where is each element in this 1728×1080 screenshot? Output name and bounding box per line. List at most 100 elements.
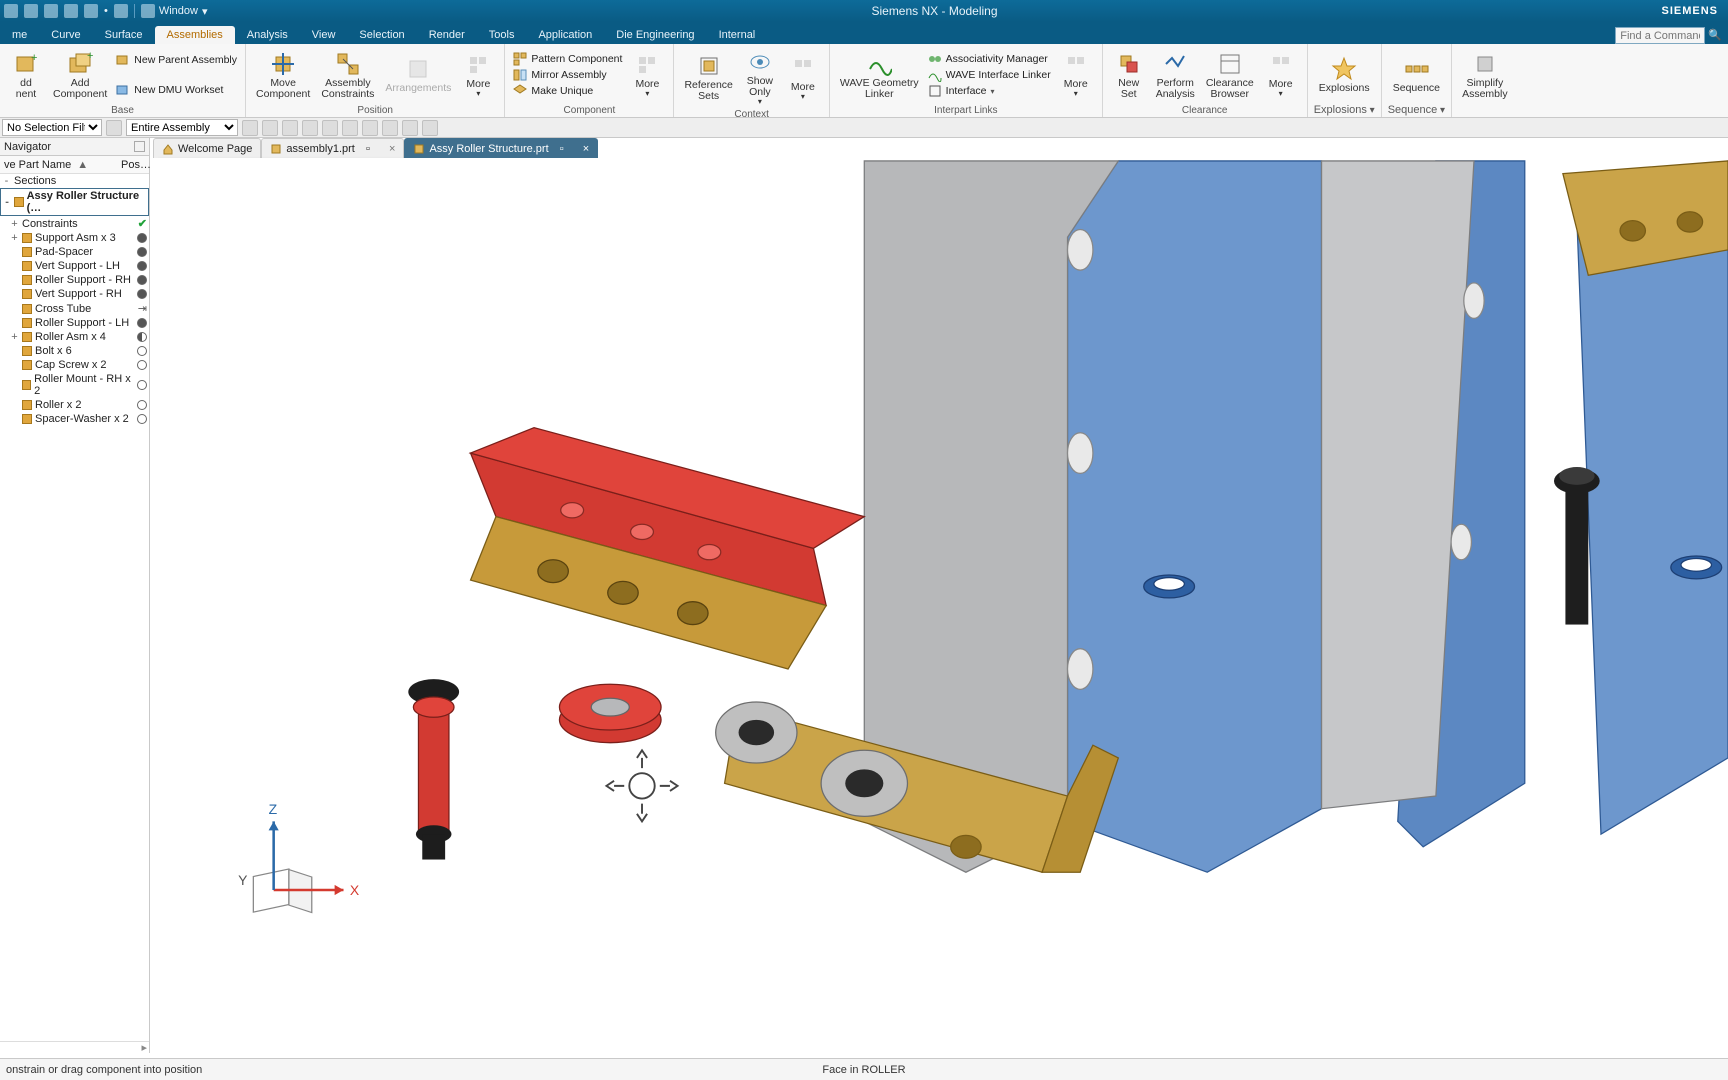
pattern-component-button[interactable]: Pattern Component xyxy=(511,51,624,67)
tree-node[interactable]: Roller x 2 xyxy=(0,398,149,412)
col-position[interactable]: Pos… xyxy=(121,159,149,171)
selbar-icon[interactable] xyxy=(262,120,278,136)
clearance-more-button[interactable]: More▾ xyxy=(1261,49,1301,100)
qat-icon[interactable] xyxy=(4,4,18,18)
tab-view[interactable]: View xyxy=(300,26,348,44)
tree-node[interactable]: Roller Support - LH xyxy=(0,316,149,330)
new-set-button[interactable]: New Set xyxy=(1109,48,1149,102)
mirror-assembly-button[interactable]: Mirror Assembly xyxy=(511,67,624,83)
selbar-icon[interactable] xyxy=(402,120,418,136)
selection-filter-dropdown[interactable]: No Selection Filter xyxy=(2,119,102,136)
close-icon[interactable]: × xyxy=(389,143,395,155)
ribbon-tabs: me Curve Surface Assemblies Analysis Vie… xyxy=(0,22,1728,44)
add-component-partial-button[interactable]: + dd nent xyxy=(6,48,46,102)
command-search-input[interactable] xyxy=(1615,27,1705,44)
command-search[interactable]: 🔍 xyxy=(1615,27,1722,44)
reference-sets-button[interactable]: Reference Sets xyxy=(680,50,736,104)
add-component-button[interactable]: + Add Component xyxy=(49,48,111,102)
navigator-header[interactable]: ve Part Name ▲ Pos… xyxy=(0,156,149,174)
tab-home[interactable]: me xyxy=(0,26,39,44)
qat-icon[interactable] xyxy=(24,4,38,18)
tab-analysis[interactable]: Analysis xyxy=(235,26,300,44)
tree-node[interactable]: Pad-Spacer xyxy=(0,245,149,259)
selbar-icon[interactable] xyxy=(342,120,358,136)
group-label: Sequence ▾ xyxy=(1388,103,1445,117)
tree-node[interactable]: Vert Support - RH xyxy=(0,287,149,301)
qat-icon[interactable] xyxy=(84,4,98,18)
tab-application[interactable]: Application xyxy=(526,26,604,44)
move-component-button[interactable]: Move Component xyxy=(252,48,314,102)
tree-node[interactable]: Roller Mount - RH x 2 xyxy=(0,372,149,398)
component-more-button[interactable]: More▾ xyxy=(627,49,667,100)
col-part-name[interactable]: ve Part Name xyxy=(4,159,71,171)
selbar-icon[interactable] xyxy=(362,120,378,136)
selbar-icon[interactable] xyxy=(382,120,398,136)
navigator-hscroll[interactable]: ▸ xyxy=(0,1041,149,1053)
selbar-icon[interactable] xyxy=(242,120,258,136)
navigator-tree[interactable]: -Sections-Assy Roller Structure (…+Const… xyxy=(0,174,149,1041)
doc-tab-welcome[interactable]: Welcome Page xyxy=(153,138,261,158)
tab-curve[interactable]: Curve xyxy=(39,26,92,44)
tab-assemblies[interactable]: Assemblies xyxy=(155,26,235,44)
selbar-icon[interactable] xyxy=(282,120,298,136)
search-icon[interactable]: 🔍 xyxy=(1708,30,1722,42)
tab-internal[interactable]: Internal xyxy=(707,26,768,44)
group-label: Base xyxy=(111,104,134,117)
sequence-button[interactable]: Sequence xyxy=(1389,53,1444,96)
selection-scope-dropdown[interactable]: Entire Assembly xyxy=(126,119,238,136)
svg-text:Z: Z xyxy=(269,801,278,817)
component-icon xyxy=(22,332,32,342)
selbar-icon[interactable] xyxy=(302,120,318,136)
tree-node[interactable]: -Assy Roller Structure (… xyxy=(0,188,149,216)
qat-icon[interactable] xyxy=(64,4,78,18)
tab-selection[interactable]: Selection xyxy=(347,26,416,44)
tree-node[interactable]: Roller Support - RH xyxy=(0,273,149,287)
windows-icon xyxy=(141,4,155,18)
tree-node[interactable]: +Roller Asm x 4 xyxy=(0,330,149,344)
selbar-icon[interactable] xyxy=(422,120,438,136)
navigator-options-icon[interactable] xyxy=(134,141,145,152)
simplify-assembly-button[interactable]: Simplify Assembly xyxy=(1458,48,1512,102)
make-unique-button[interactable]: Make Unique xyxy=(511,83,624,99)
wave-geometry-linker-button[interactable]: WAVE Geometry Linker xyxy=(836,48,923,102)
tree-node[interactable]: Spacer-Washer x 2 xyxy=(0,412,149,426)
new-dmu-workset-button[interactable]: New DMU Workset xyxy=(114,82,239,98)
assembly-constraints-button[interactable]: Assembly Constraints xyxy=(317,48,378,102)
associativity-manager-button[interactable]: Associativity Manager xyxy=(926,51,1053,67)
tree-node[interactable]: -Sections xyxy=(0,174,149,188)
wave-interface-linker-button[interactable]: WAVE Interface Linker xyxy=(926,67,1053,83)
interface-button[interactable]: Interface▾ xyxy=(926,83,1053,99)
doc-tab-assembly1[interactable]: assembly1.prt ▫ × xyxy=(261,138,404,158)
position-more-button[interactable]: More▾ xyxy=(458,49,498,100)
tree-node[interactable]: +Support Asm x 3 xyxy=(0,231,149,245)
tree-node[interactable]: Vert Support - LH xyxy=(0,259,149,273)
svg-text:+: + xyxy=(31,52,37,64)
undo-icon[interactable] xyxy=(114,4,128,18)
doc-tab-assy-roller[interactable]: Assy Roller Structure.prt ▫ × xyxy=(404,138,598,158)
view-triad[interactable]: X Z Y xyxy=(238,801,360,913)
tree-node-label: Roller Asm x 4 xyxy=(35,331,106,343)
interpart-more-button[interactable]: More▾ xyxy=(1056,49,1096,100)
window-menu[interactable]: Window ▾ xyxy=(141,4,208,18)
tree-node-label: Cross Tube xyxy=(35,303,91,315)
tree-node[interactable]: +Constraints✔ xyxy=(0,216,149,231)
filter-icon[interactable] xyxy=(106,120,122,136)
tree-node[interactable]: Bolt x 6 xyxy=(0,344,149,358)
selbar-icon[interactable] xyxy=(322,120,338,136)
new-parent-assembly-button[interactable]: New Parent Assembly xyxy=(114,52,239,68)
component-icon xyxy=(22,247,32,257)
tab-tools[interactable]: Tools xyxy=(477,26,527,44)
tree-node[interactable]: Cap Screw x 2 xyxy=(0,358,149,372)
graphics-viewport[interactable]: X Z Y xyxy=(153,158,1728,1053)
close-icon[interactable]: × xyxy=(583,143,589,155)
tab-render[interactable]: Render xyxy=(417,26,477,44)
tree-node[interactable]: Cross Tube⇥ xyxy=(0,301,149,316)
perform-analysis-button[interactable]: Perform Analysis xyxy=(1152,48,1199,102)
explosions-button[interactable]: Explosions xyxy=(1315,53,1374,96)
qat-icon[interactable] xyxy=(44,4,58,18)
show-only-button[interactable]: Show Only▾ xyxy=(740,46,780,108)
tab-surface[interactable]: Surface xyxy=(93,26,155,44)
clearance-browser-button[interactable]: Clearance Browser xyxy=(1202,48,1258,102)
context-more-button[interactable]: More▾ xyxy=(783,52,823,103)
tab-die[interactable]: Die Engineering xyxy=(604,26,706,44)
